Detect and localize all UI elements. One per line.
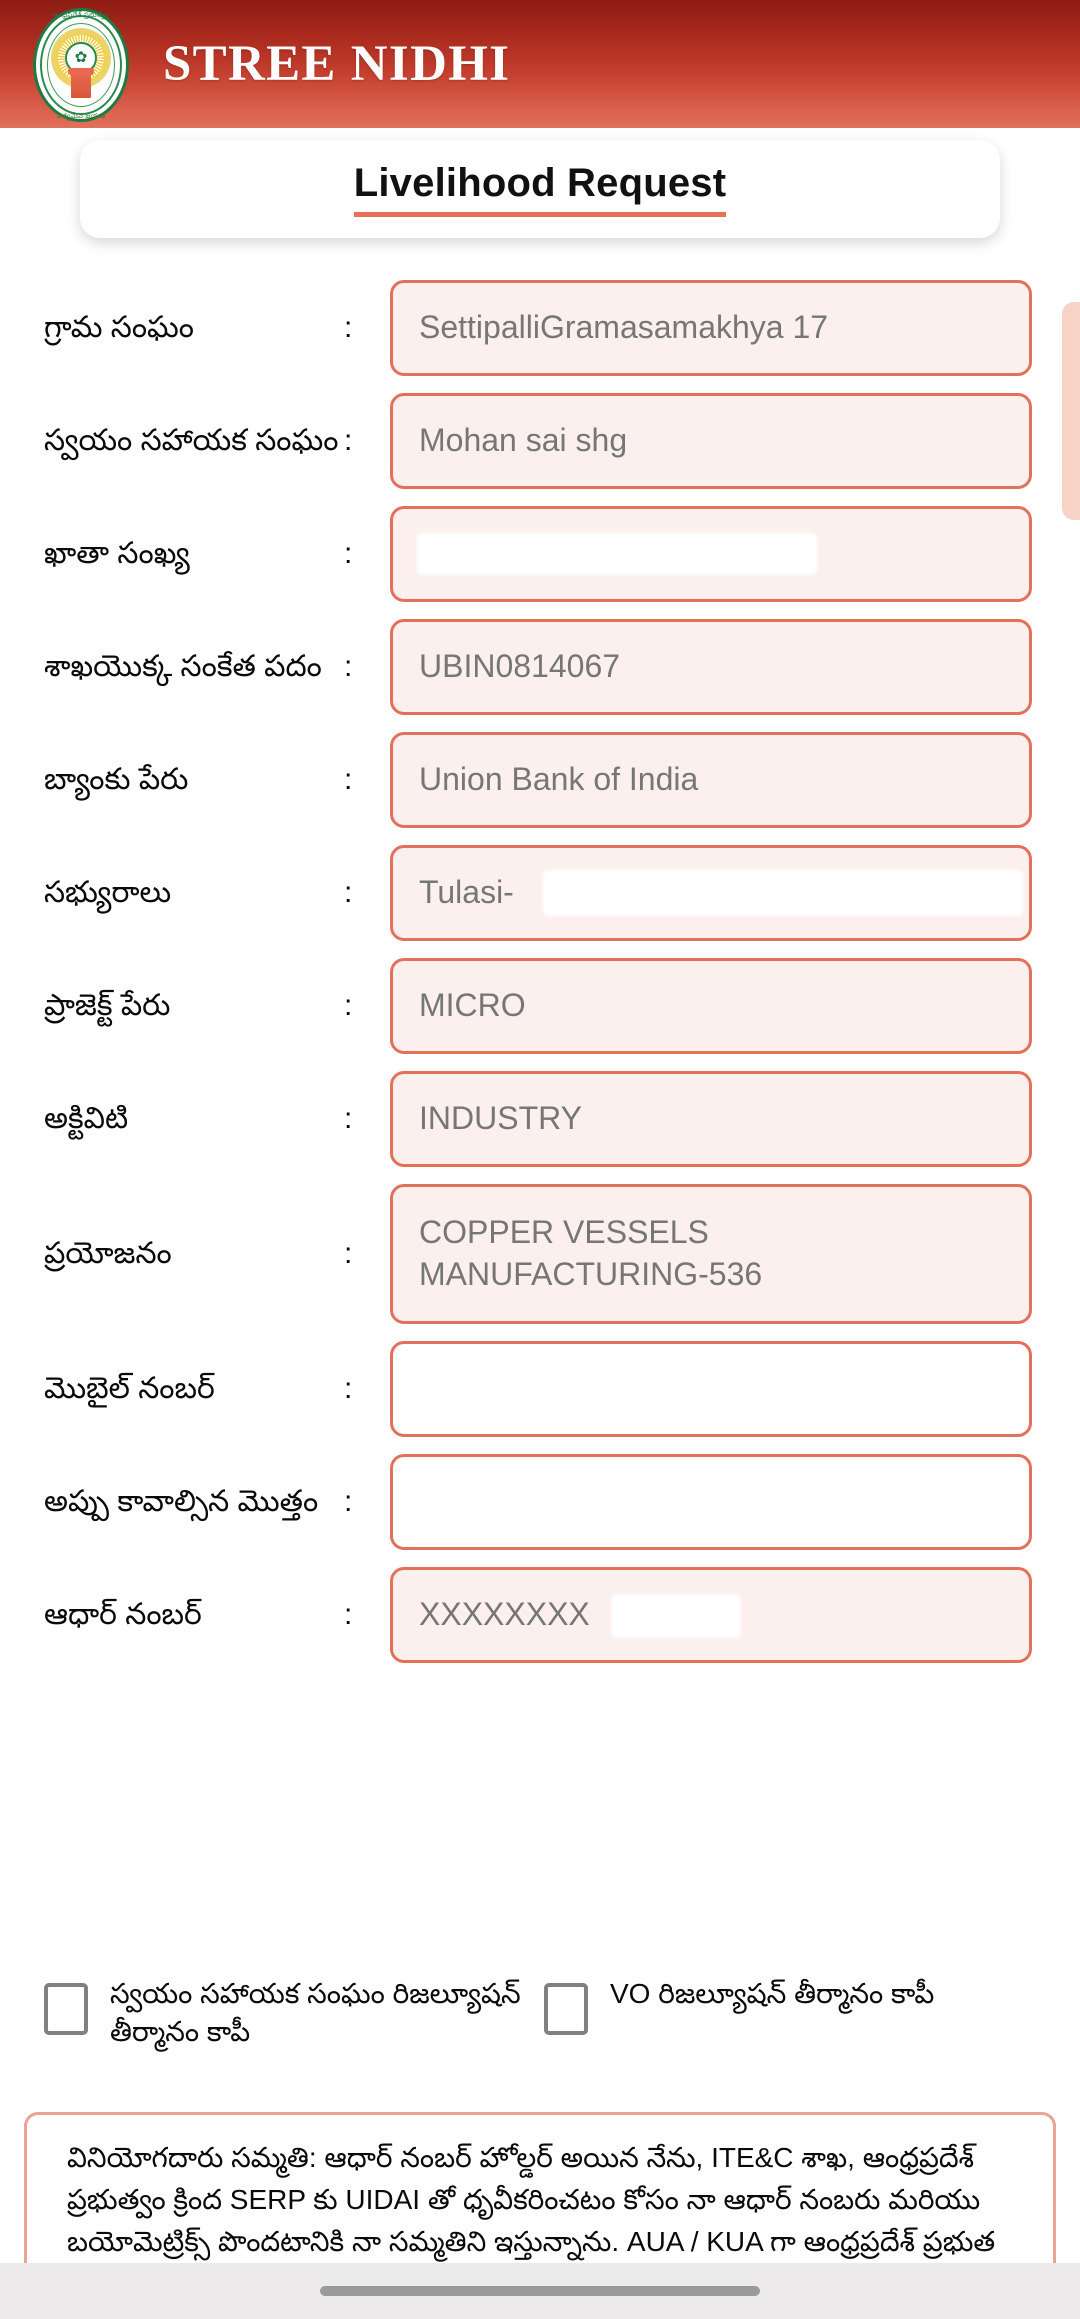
form-input[interactable]: SettipalliGramasamakhya 17	[390, 280, 1032, 376]
label-colon: :	[344, 537, 353, 570]
field-label: ప్రాజెక్ట్ పేరు	[44, 989, 171, 1023]
checkbox-label: స్వయం సహాయక సంఘం రిజల్యూషన్ తీర్మానం కాప…	[110, 1978, 521, 2047]
label-colon: :	[344, 311, 353, 344]
form-input[interactable]: Union Bank of India	[390, 732, 1032, 828]
label-colon: :	[344, 1237, 353, 1270]
redaction-overlay	[543, 870, 1023, 916]
form-input-value: Mohan sai shg	[419, 422, 628, 459]
form-input[interactable]	[390, 1454, 1032, 1550]
home-gesture-pill[interactable]	[320, 2286, 760, 2296]
label-colon: :	[344, 1372, 353, 1405]
field-label: ఖాతా సంఖ్య	[44, 537, 190, 571]
checkbox-item[interactable]: స్వయం సహాయక సంఘం రిజల్యూషన్ తీర్మానం కాప…	[44, 1975, 544, 2051]
form-row: మొబైల్ నంబర్:	[0, 1341, 1080, 1437]
system-navigation-bar	[0, 2263, 1080, 2319]
form-input[interactable]	[390, 506, 1032, 602]
label-colon: :	[344, 763, 353, 796]
form-input[interactable]: Tulasi-	[390, 845, 1032, 941]
field-label: బ్యాంకు పేరు	[44, 763, 189, 797]
redaction-overlay	[611, 1594, 741, 1638]
page-title-card: Livelihood Request	[80, 140, 1000, 238]
form-input[interactable]	[390, 1341, 1032, 1437]
form-input[interactable]: MICRO	[390, 958, 1032, 1054]
form-row: సభ్యురాలు: Tulasi-	[0, 845, 1080, 941]
emblem-bottom-text: సత్యమేవ జయతే	[56, 113, 106, 120]
form-row: అక్టివిటి: INDUSTRY	[0, 1071, 1080, 1167]
form-row: బ్యాంకు పేరు: Union Bank of India	[0, 732, 1080, 828]
field-label: గ్రామ సంఘం	[44, 311, 194, 345]
checkbox-icon[interactable]	[44, 1983, 88, 2035]
document-checkbox-group: స్వయం సహాయక సంఘం రిజల్యూషన్ తీర్మానం కాప…	[0, 1975, 1080, 2051]
andhra-pradesh-emblem-icon: ✿ ఆంధ్రప్రదేశ్ ప్రభుత్వం సత్యమేవ జయతే	[27, 4, 135, 126]
field-label: మొబైల్ నంబర్	[44, 1372, 215, 1406]
label-colon: :	[344, 424, 353, 457]
form-input-value: XXXXXXXX	[419, 1596, 590, 1633]
form-row: ఆధార్ నంబర్: XXXXXXXX	[0, 1567, 1080, 1663]
form-input[interactable]: Mohan sai shg	[390, 393, 1032, 489]
label-colon: :	[344, 1598, 353, 1631]
field-label: ప్రయోజనం	[44, 1237, 172, 1271]
form-row: ప్రయోజనం: COPPER VESSELS MANUFACTURING-53…	[0, 1184, 1080, 1324]
form-input-value: SettipalliGramasamakhya 17	[419, 309, 829, 346]
label-colon: :	[344, 876, 353, 909]
field-label: స్వయం సహాయక సంఘం	[44, 424, 339, 458]
page-title: Livelihood Request	[353, 161, 727, 217]
form-input[interactable]: UBIN0814067	[390, 619, 1032, 715]
livelihood-request-form: గ్రామ సంఘం: SettipalliGramasamakhya 17 స్వ…	[0, 280, 1080, 1680]
form-row: ప్రాజెక్ట్ పేరు: MICRO	[0, 958, 1080, 1054]
form-row: స్వయం సహాయక సంఘం: Mohan sai shg	[0, 393, 1080, 489]
label-colon: :	[344, 1485, 353, 1518]
consent-text: వినియోగదారు సమ్మతి: ఆధార్ నంబర్ హోల్డర్ …	[67, 2142, 996, 2257]
form-row: ఖాతా సంఖ్య:	[0, 506, 1080, 602]
field-label: శాఖయొక్క సంకేత పదం	[44, 650, 322, 684]
emblem-ashoka-pillar-icon	[68, 68, 94, 98]
app-screen: ✿ ఆంధ్రప్రదేశ్ ప్రభుత్వం సత్యమేవ జయతే ST…	[0, 0, 1080, 2319]
form-input-value: INDUSTRY	[419, 1100, 582, 1137]
field-label: అక్టివిటి	[44, 1102, 129, 1136]
checkbox-item[interactable]: VO రిజల్యూషన్ తీర్మానం కాపీ	[544, 1975, 934, 2035]
emblem-top-text: ఆంధ్రప్రదేశ్ ప్రభుత్వం	[52, 12, 110, 19]
form-input[interactable]: XXXXXXXX	[390, 1567, 1032, 1663]
field-label: ఆధార్ నంబర్	[44, 1598, 202, 1632]
label-colon: :	[344, 1102, 353, 1135]
form-input-value: MICRO	[419, 987, 526, 1024]
redaction-overlay	[417, 533, 817, 575]
form-input[interactable]: COPPER VESSELS MANUFACTURING-536	[390, 1184, 1032, 1324]
form-row: గ్రామ సంఘం: SettipalliGramasamakhya 17	[0, 280, 1080, 376]
form-row: అప్పు కావాల్సిన మొత్తం:	[0, 1454, 1080, 1550]
label-colon: :	[344, 650, 353, 683]
form-row: శాఖయొక్క సంకేత పదం: UBIN0814067	[0, 619, 1080, 715]
form-input[interactable]: INDUSTRY	[390, 1071, 1032, 1167]
app-brand-title: STREE NIDHI	[163, 36, 511, 92]
form-input-value: Tulasi-	[419, 874, 514, 911]
field-label: అప్పు కావాల్సిన మొత్తం	[44, 1485, 319, 1519]
form-input-value: COPPER VESSELS MANUFACTURING-536	[419, 1214, 763, 1292]
field-label: సభ్యురాలు	[44, 876, 172, 910]
checkbox-icon[interactable]	[544, 1983, 588, 2035]
app-header: ✿ ఆంధ్రప్రదేశ్ ప్రభుత్వం సత్యమేవ జయతే ST…	[0, 0, 1080, 128]
form-input-value: Union Bank of India	[419, 761, 699, 798]
checkbox-label: VO రిజల్యూషన్ తీర్మానం కాపీ	[610, 1978, 935, 2009]
label-colon: :	[344, 989, 353, 1022]
form-input-value: UBIN0814067	[419, 648, 621, 685]
